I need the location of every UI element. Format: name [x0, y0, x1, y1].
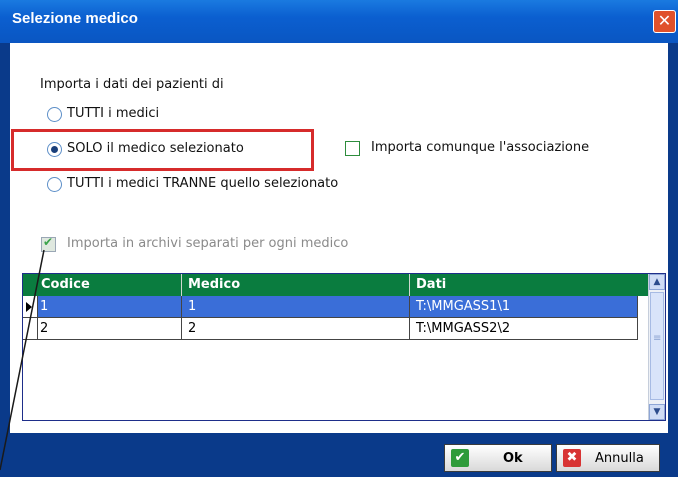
dialog-window: Selezione medico ✕ Importa i dati dei pa… — [0, 0, 678, 477]
annotation-pointer-line — [0, 249, 45, 471]
